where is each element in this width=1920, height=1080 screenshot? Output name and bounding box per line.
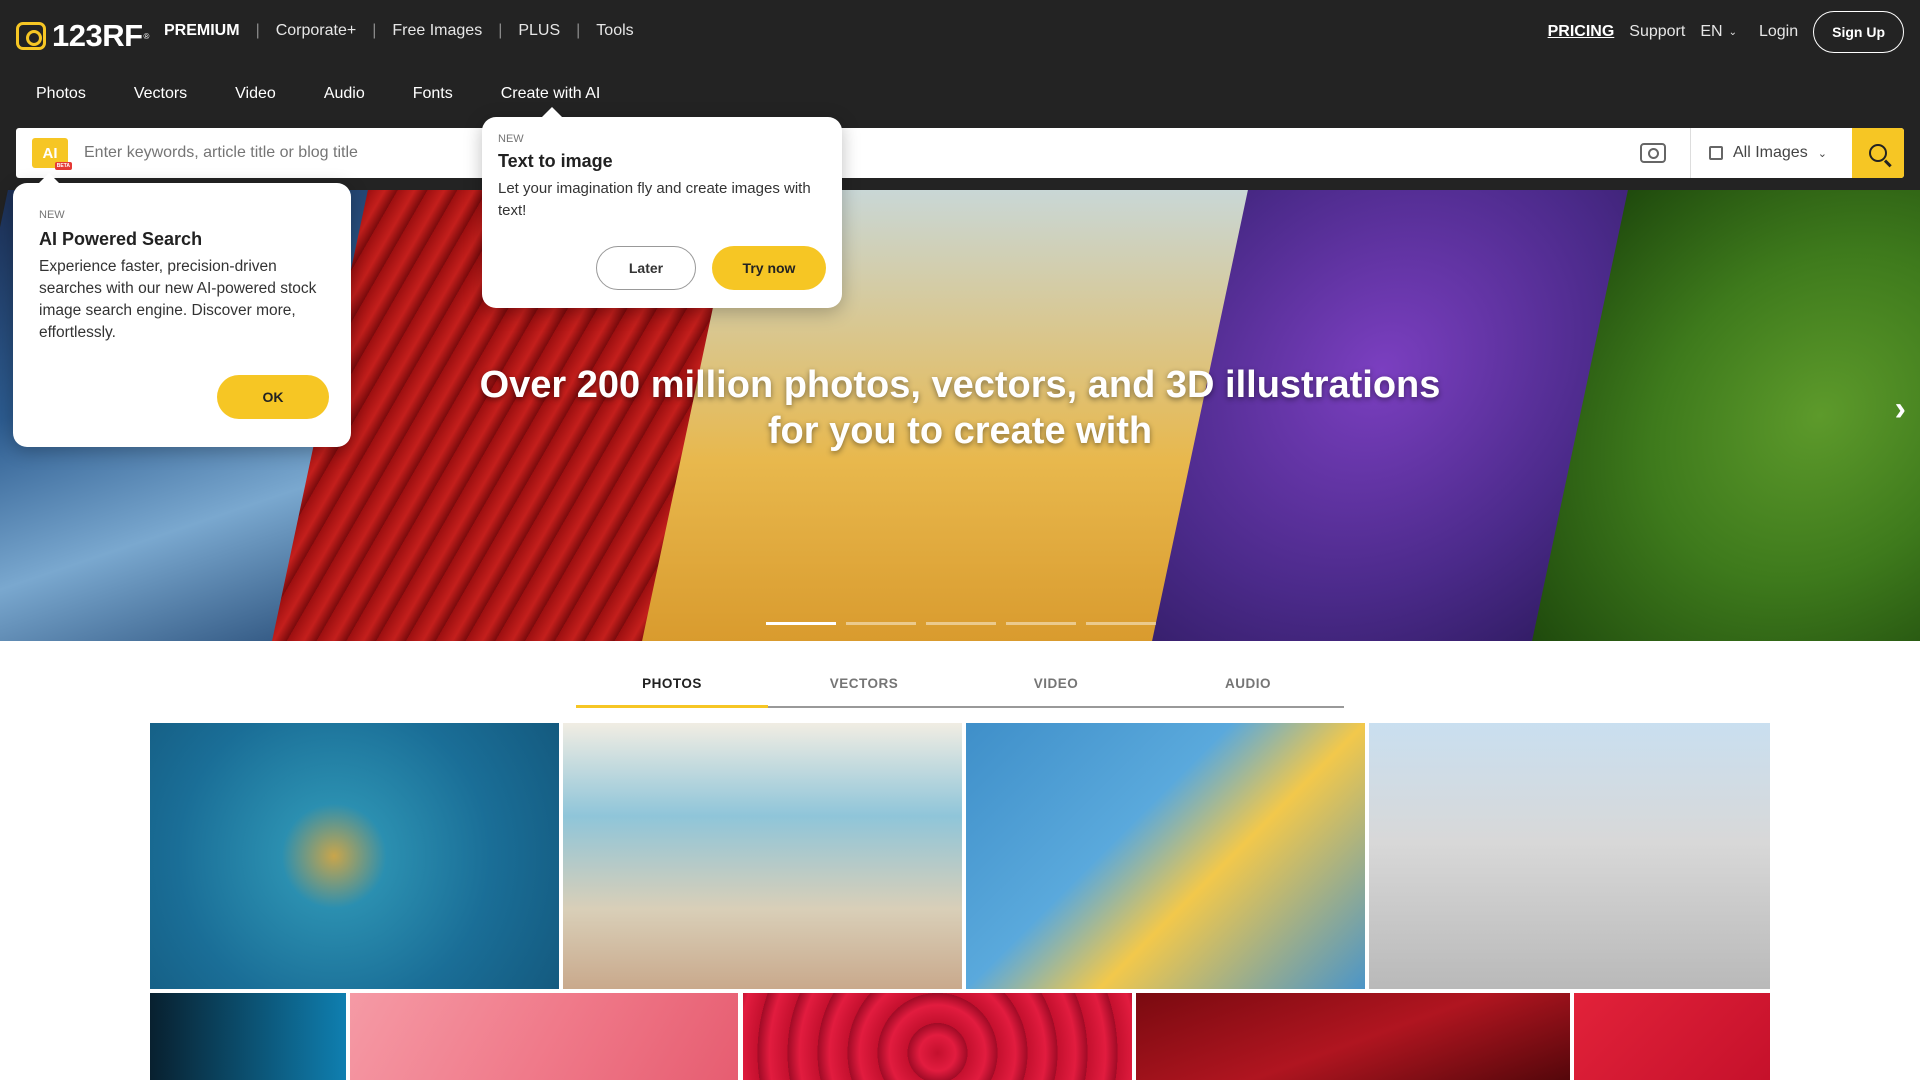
gallery-image-red-waves[interactable] bbox=[1136, 993, 1570, 1080]
top-bar: 123RF ® PREMIUM | Corporate+ | Free Imag… bbox=[0, 0, 1920, 65]
ok-button[interactable]: OK bbox=[217, 375, 329, 419]
image-icon bbox=[1709, 146, 1723, 160]
brand-name: 123RF bbox=[52, 18, 143, 53]
gallery-image-woman-in-water[interactable] bbox=[150, 723, 559, 989]
category-photos[interactable]: Photos bbox=[36, 85, 86, 103]
hero-pagination bbox=[766, 622, 1166, 625]
gallery-image-portrait-man[interactable] bbox=[150, 993, 346, 1080]
gallery-image-blue-cocktail-beach[interactable] bbox=[563, 723, 962, 989]
search-icon bbox=[1869, 144, 1887, 162]
topnav-plus[interactable]: PLUS bbox=[518, 22, 560, 40]
tab-audio[interactable]: AUDIO bbox=[1152, 670, 1344, 706]
brand-logo[interactable]: 123RF ® bbox=[16, 18, 149, 54]
hero-dot-2[interactable] bbox=[846, 622, 916, 625]
language-label: EN bbox=[1700, 23, 1723, 40]
gallery-image-pink-straw[interactable] bbox=[350, 993, 738, 1080]
category-vectors[interactable]: Vectors bbox=[134, 85, 187, 103]
sign-up-button[interactable]: Sign Up bbox=[1813, 11, 1904, 53]
gallery-image-skateboarder[interactable] bbox=[1369, 723, 1770, 989]
topnav-tools[interactable]: Tools bbox=[596, 22, 633, 40]
category-create-with-ai[interactable]: Create with AI bbox=[501, 85, 601, 103]
gallery-image-red-velvet[interactable] bbox=[743, 993, 1132, 1080]
chevron-down-icon: ⌄ bbox=[1817, 147, 1827, 160]
beta-badge: BETA bbox=[54, 162, 72, 170]
hero-dot-1[interactable] bbox=[766, 622, 836, 625]
language-selector[interactable]: EN ⌄ bbox=[1700, 23, 1737, 41]
topnav-separator: | bbox=[498, 22, 503, 39]
chevron-right-icon[interactable]: › bbox=[1895, 390, 1906, 429]
gallery-image-red-texture[interactable] bbox=[1574, 993, 1770, 1080]
image-type-select[interactable]: All Images ⌄ bbox=[1690, 128, 1852, 178]
hero-dot-5[interactable] bbox=[1086, 622, 1156, 625]
popover-actions: Later Try now bbox=[596, 246, 826, 290]
chevron-down-icon: ⌄ bbox=[1728, 26, 1737, 38]
topnav-separator: | bbox=[255, 22, 260, 39]
topnav-premium[interactable]: PREMIUM bbox=[164, 22, 240, 40]
tab-vectors[interactable]: VECTORS bbox=[768, 670, 960, 706]
hero-title: Over 200 million photos, vectors, and 3D… bbox=[479, 364, 1441, 452]
popover-body: Experience faster, precision-driven sear… bbox=[39, 258, 317, 341]
hero-dot-3[interactable] bbox=[926, 622, 996, 625]
camera-logo-icon bbox=[16, 22, 46, 50]
popover-title: AI Powered Search bbox=[39, 229, 203, 249]
later-button[interactable]: Later bbox=[596, 246, 696, 290]
category-fonts[interactable]: Fonts bbox=[413, 85, 453, 103]
image-gallery bbox=[150, 723, 1770, 1080]
support-link[interactable]: Support bbox=[1629, 23, 1685, 41]
search-region: AI BETA All Images ⌄ bbox=[0, 122, 1920, 190]
popover-body: Let your imagination fly and create imag… bbox=[498, 180, 811, 219]
hero-dot-4[interactable] bbox=[1006, 622, 1076, 625]
try-now-button[interactable]: Try now bbox=[712, 246, 826, 290]
topnav-corporate-plus[interactable]: Corporate+ bbox=[276, 22, 357, 40]
topnav-free-images[interactable]: Free Images bbox=[392, 22, 482, 40]
topnav-separator: | bbox=[576, 22, 581, 39]
popover-new-tag: NEW bbox=[39, 209, 65, 221]
category-nav: Photos Vectors Video Audio Fonts Create … bbox=[0, 65, 1920, 122]
category-audio[interactable]: Audio bbox=[324, 85, 365, 103]
top-nav: PREMIUM | Corporate+ | Free Images | PLU… bbox=[164, 22, 634, 40]
camera-search-icon[interactable] bbox=[1640, 143, 1666, 163]
brand-registered-mark: ® bbox=[143, 31, 150, 41]
tab-video[interactable]: VIDEO bbox=[960, 670, 1152, 706]
ai-search-popover: NEW AI Powered Search Experience faster,… bbox=[13, 173, 351, 447]
ai-search-toggle[interactable]: AI BETA bbox=[32, 138, 72, 170]
search-button[interactable] bbox=[1852, 128, 1904, 178]
text-to-image-popover: NEW Text to image Let your imagination f… bbox=[482, 107, 842, 308]
ai-badge-label: AI bbox=[42, 144, 58, 162]
popover-new-tag: NEW bbox=[498, 133, 524, 145]
search-input[interactable] bbox=[84, 144, 1640, 162]
image-type-label: All Images bbox=[1733, 144, 1808, 161]
media-tabs: PHOTOS VECTORS VIDEO AUDIO bbox=[576, 670, 1344, 708]
login-link[interactable]: Login bbox=[1759, 23, 1798, 41]
popover-title: Text to image bbox=[498, 151, 613, 171]
search-bar: AI BETA All Images ⌄ bbox=[16, 128, 1904, 178]
pricing-link[interactable]: PRICING bbox=[1548, 23, 1615, 41]
category-video[interactable]: Video bbox=[235, 85, 276, 103]
tab-photos[interactable]: PHOTOS bbox=[576, 670, 768, 708]
topnav-separator: | bbox=[372, 22, 377, 39]
gallery-image-orange-popsicles[interactable] bbox=[966, 723, 1365, 989]
account-nav: PRICING Support EN ⌄ Login Sign Up bbox=[1548, 11, 1904, 53]
